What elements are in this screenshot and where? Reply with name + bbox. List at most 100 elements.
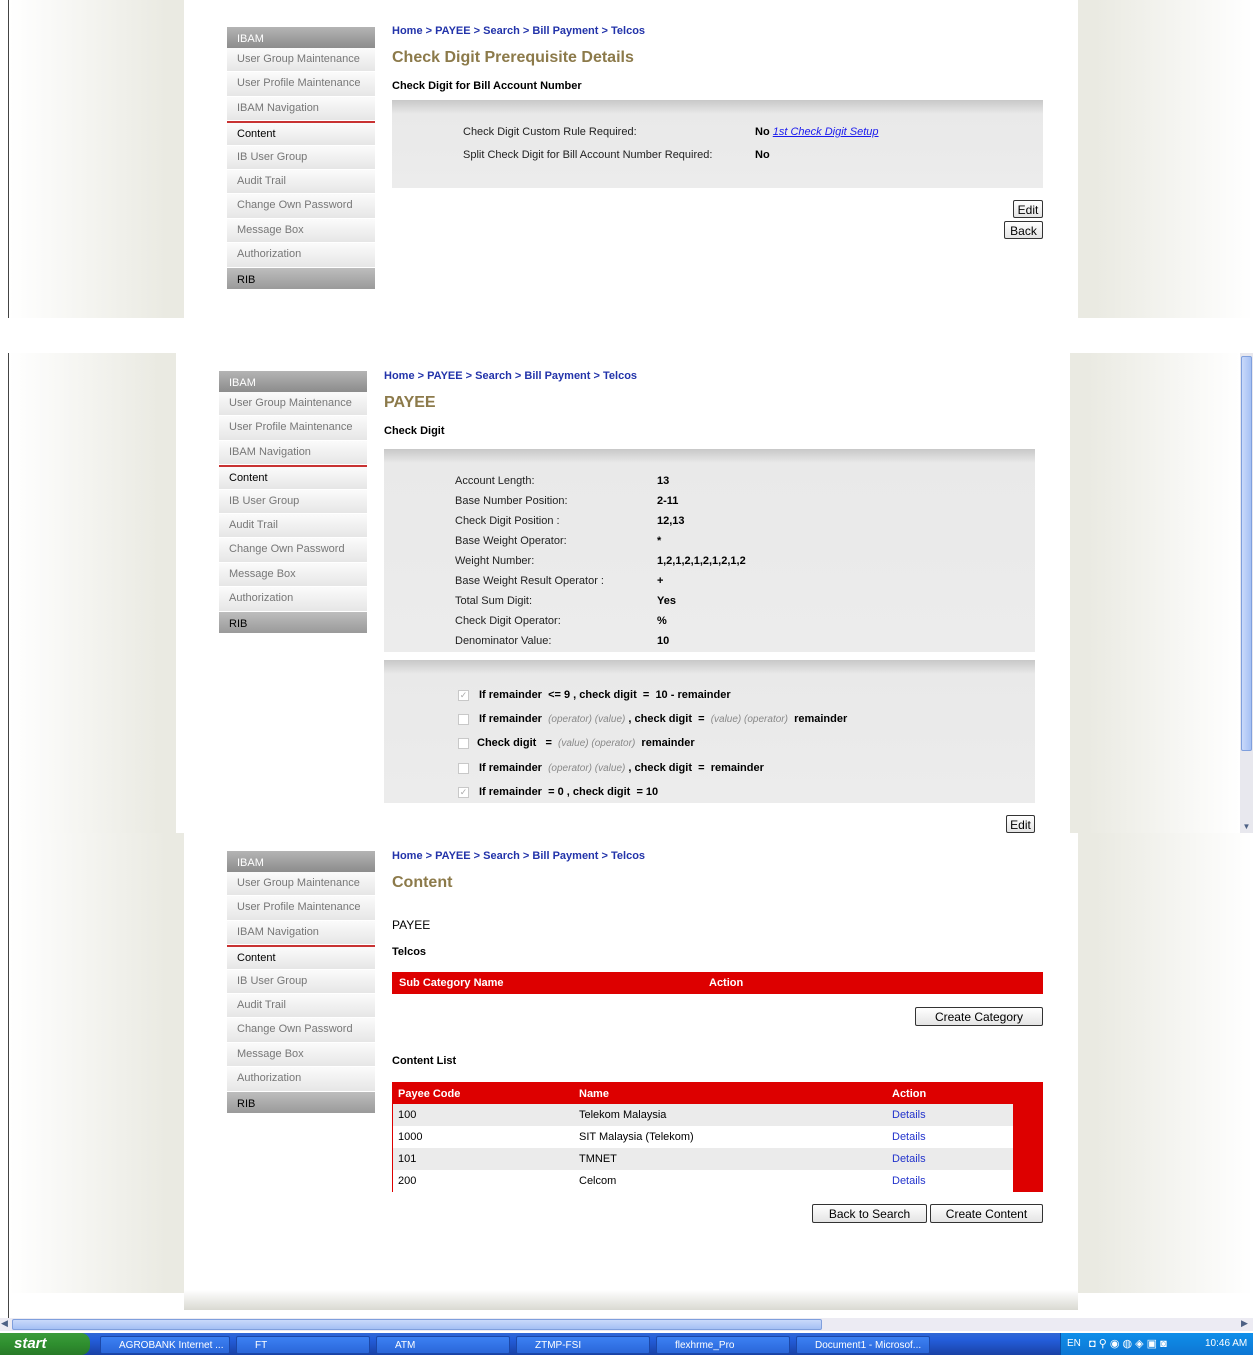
sidebar-item-content[interactable]: Content — [227, 121, 375, 146]
sidebar-item-change-password[interactable]: Change Own Password — [219, 538, 367, 563]
rule-placeholder[interactable]: (operator) (value) — [548, 714, 625, 725]
sidebar-item-content[interactable]: Content — [219, 465, 367, 490]
crumb-search[interactable]: Search — [475, 370, 512, 382]
taskbar-item-folder[interactable]: ZTMP-FSI — [516, 1336, 650, 1354]
create-content-button[interactable]: Create Content — [930, 1204, 1043, 1223]
edit-button[interactable]: Edit — [1006, 815, 1035, 833]
sidebar-item-audit-trail[interactable]: Audit Trail — [219, 513, 367, 539]
crumb-search[interactable]: Search — [483, 25, 520, 37]
crumb-bill-payment[interactable]: Bill Payment — [524, 370, 590, 382]
rule-checkbox-4[interactable] — [458, 763, 469, 774]
rule-checkbox-3[interactable] — [458, 738, 469, 749]
crumb-payee[interactable]: PAYEE — [435, 850, 470, 862]
sidebar-item-content[interactable]: Content — [227, 945, 375, 970]
field-value: 10 — [657, 635, 670, 647]
sidebar-item-user-group[interactable]: User Group Maintenance — [227, 872, 375, 897]
taskbar-item-browser[interactable]: AGROBANK Internet ... — [100, 1336, 230, 1354]
rule-checkbox-2[interactable] — [458, 714, 469, 725]
sidebar-item-change-password[interactable]: Change Own Password — [227, 1018, 375, 1043]
start-label: start — [14, 1335, 47, 1352]
rule-placeholder[interactable]: (value) (operator) — [558, 738, 635, 749]
details-link[interactable]: Details — [892, 1131, 926, 1143]
rule-text-5: If remainder = 0 , check digit = 10 — [479, 786, 658, 798]
cell-name: Telekom Malaysia — [579, 1109, 667, 1121]
crumb-telcos[interactable]: Telcos — [611, 25, 645, 37]
create-category-button[interactable]: Create Category — [915, 1007, 1043, 1026]
language-indicator[interactable]: EN — [1067, 1338, 1081, 1349]
rule-part: If remainder — [479, 762, 542, 774]
sidebar-item-ibam-navigation[interactable]: IBAM Navigation — [227, 96, 375, 122]
clock[interactable]: 10:46 AM — [1205, 1338, 1247, 1349]
crumb-payee[interactable]: PAYEE — [435, 25, 470, 37]
field-value: 2-11 — [657, 495, 679, 507]
scroll-down-arrow-icon[interactable]: ▼ — [1241, 822, 1252, 832]
crumb-payee[interactable]: PAYEE — [427, 370, 462, 382]
sidebar-item-audit-trail[interactable]: Audit Trail — [227, 169, 375, 195]
sidebar-footer-rib[interactable]: RIB — [219, 611, 367, 633]
sidebar-item-ibam-navigation[interactable]: IBAM Navigation — [219, 440, 367, 466]
details-link[interactable]: Details — [892, 1153, 926, 1165]
crumb-home[interactable]: Home — [392, 25, 423, 37]
rule-text-4: If remainder (operator) (value) , check … — [479, 762, 764, 774]
scroll-left-arrow-icon[interactable]: ◀ — [1, 1318, 12, 1331]
rule-part: If remainder — [479, 689, 542, 701]
crumb-sep: > — [425, 25, 433, 37]
sidebar-item-user-group[interactable]: User Group Maintenance — [219, 392, 367, 417]
field-label: Total Sum Digit: — [455, 595, 533, 607]
crumb-telcos[interactable]: Telcos — [603, 370, 637, 382]
cell-code: 200 — [398, 1175, 417, 1187]
sidebar-item-ib-user-group[interactable]: IB User Group — [227, 969, 375, 994]
breadcrumb: Home > PAYEE > Search > Bill Payment > T… — [392, 850, 645, 862]
rule-text-2: If remainder (operator) (value) , check … — [479, 713, 847, 725]
sidebar-item-ibam-navigation[interactable]: IBAM Navigation — [227, 920, 375, 946]
sidebar-item-user-profile[interactable]: User Profile Maintenance — [227, 72, 375, 97]
edit-button[interactable]: Edit — [1013, 200, 1043, 218]
crumb-search[interactable]: Search — [483, 850, 520, 862]
sidebar-item-message-box[interactable]: Message Box — [227, 1042, 375, 1068]
back-button[interactable]: Back — [1004, 221, 1043, 239]
sidebar-item-audit-trail[interactable]: Audit Trail — [227, 993, 375, 1019]
crumb-home[interactable]: Home — [384, 370, 415, 382]
sidebar-item-user-profile[interactable]: User Profile Maintenance — [219, 416, 367, 441]
rule-checkbox-5[interactable]: ✓ — [458, 787, 469, 798]
sidebar-item-change-password[interactable]: Change Own Password — [227, 194, 375, 219]
prerequisite-box — [392, 100, 1043, 188]
sidebar-item-authorization[interactable]: Authorization — [227, 243, 375, 268]
taskbar-item-word[interactable]: Document1 - Microsof... — [796, 1336, 930, 1354]
rule-text-1: If remainder <= 9 , check digit = 10 - r… — [479, 689, 731, 701]
details-link[interactable]: Details — [892, 1175, 926, 1187]
sidebar-item-ib-user-group[interactable]: IB User Group — [227, 145, 375, 170]
table-row: 200 Celcom Details — [393, 1170, 1013, 1192]
sidebar-item-message-box[interactable]: Message Box — [219, 562, 367, 588]
sidebar-footer-rib[interactable]: RIB — [227, 1091, 375, 1113]
scrollbar-thumb[interactable] — [1241, 356, 1252, 751]
crumb-telcos[interactable]: Telcos — [611, 850, 645, 862]
sidebar-item-user-profile[interactable]: User Profile Maintenance — [227, 896, 375, 921]
sidebar-item-ib-user-group[interactable]: IB User Group — [219, 489, 367, 514]
crumb-bill-payment[interactable]: Bill Payment — [532, 25, 598, 37]
page-margin-right — [1078, 0, 1253, 318]
taskbar-item-folder[interactable]: flexhrme_Pro — [656, 1336, 790, 1354]
sidebar: IBAM User Group Maintenance User Profile… — [227, 851, 375, 1113]
horizontal-scrollbar-thumb[interactable] — [12, 1319, 822, 1330]
sidebar-item-authorization[interactable]: Authorization — [219, 587, 367, 612]
taskbar-item-folder[interactable]: FT — [236, 1336, 370, 1354]
rule-placeholder[interactable]: (operator) (value) — [548, 763, 625, 774]
system-tray: EN ◘ ⚲ ◉ ◍ ◈ ▣ ◙ 10:46 AM — [1060, 1333, 1253, 1355]
sidebar-item-authorization[interactable]: Authorization — [227, 1067, 375, 1092]
crumb-home[interactable]: Home — [392, 850, 423, 862]
tray-icons[interactable]: ◘ ⚲ ◉ ◍ ◈ ▣ ◙ — [1089, 1337, 1167, 1350]
taskbar-item-folder[interactable]: ATM — [376, 1336, 510, 1354]
crumb-sep: > — [473, 25, 481, 37]
sidebar-item-message-box[interactable]: Message Box — [227, 218, 375, 244]
sidebar-footer-rib[interactable]: RIB — [227, 267, 375, 289]
back-to-search-button[interactable]: Back to Search — [812, 1204, 927, 1223]
rule-placeholder[interactable]: (value) (operator) — [711, 714, 788, 725]
crumb-bill-payment[interactable]: Bill Payment — [532, 850, 598, 862]
start-button[interactable]: start — [0, 1333, 90, 1355]
scroll-right-arrow-icon[interactable]: ▶ — [1241, 1318, 1252, 1331]
details-link[interactable]: Details — [892, 1109, 926, 1121]
check-digit-setup-link[interactable]: 1st Check Digit Setup — [773, 126, 879, 138]
rule-checkbox-1[interactable]: ✓ — [458, 690, 469, 701]
sidebar-item-user-group[interactable]: User Group Maintenance — [227, 48, 375, 73]
